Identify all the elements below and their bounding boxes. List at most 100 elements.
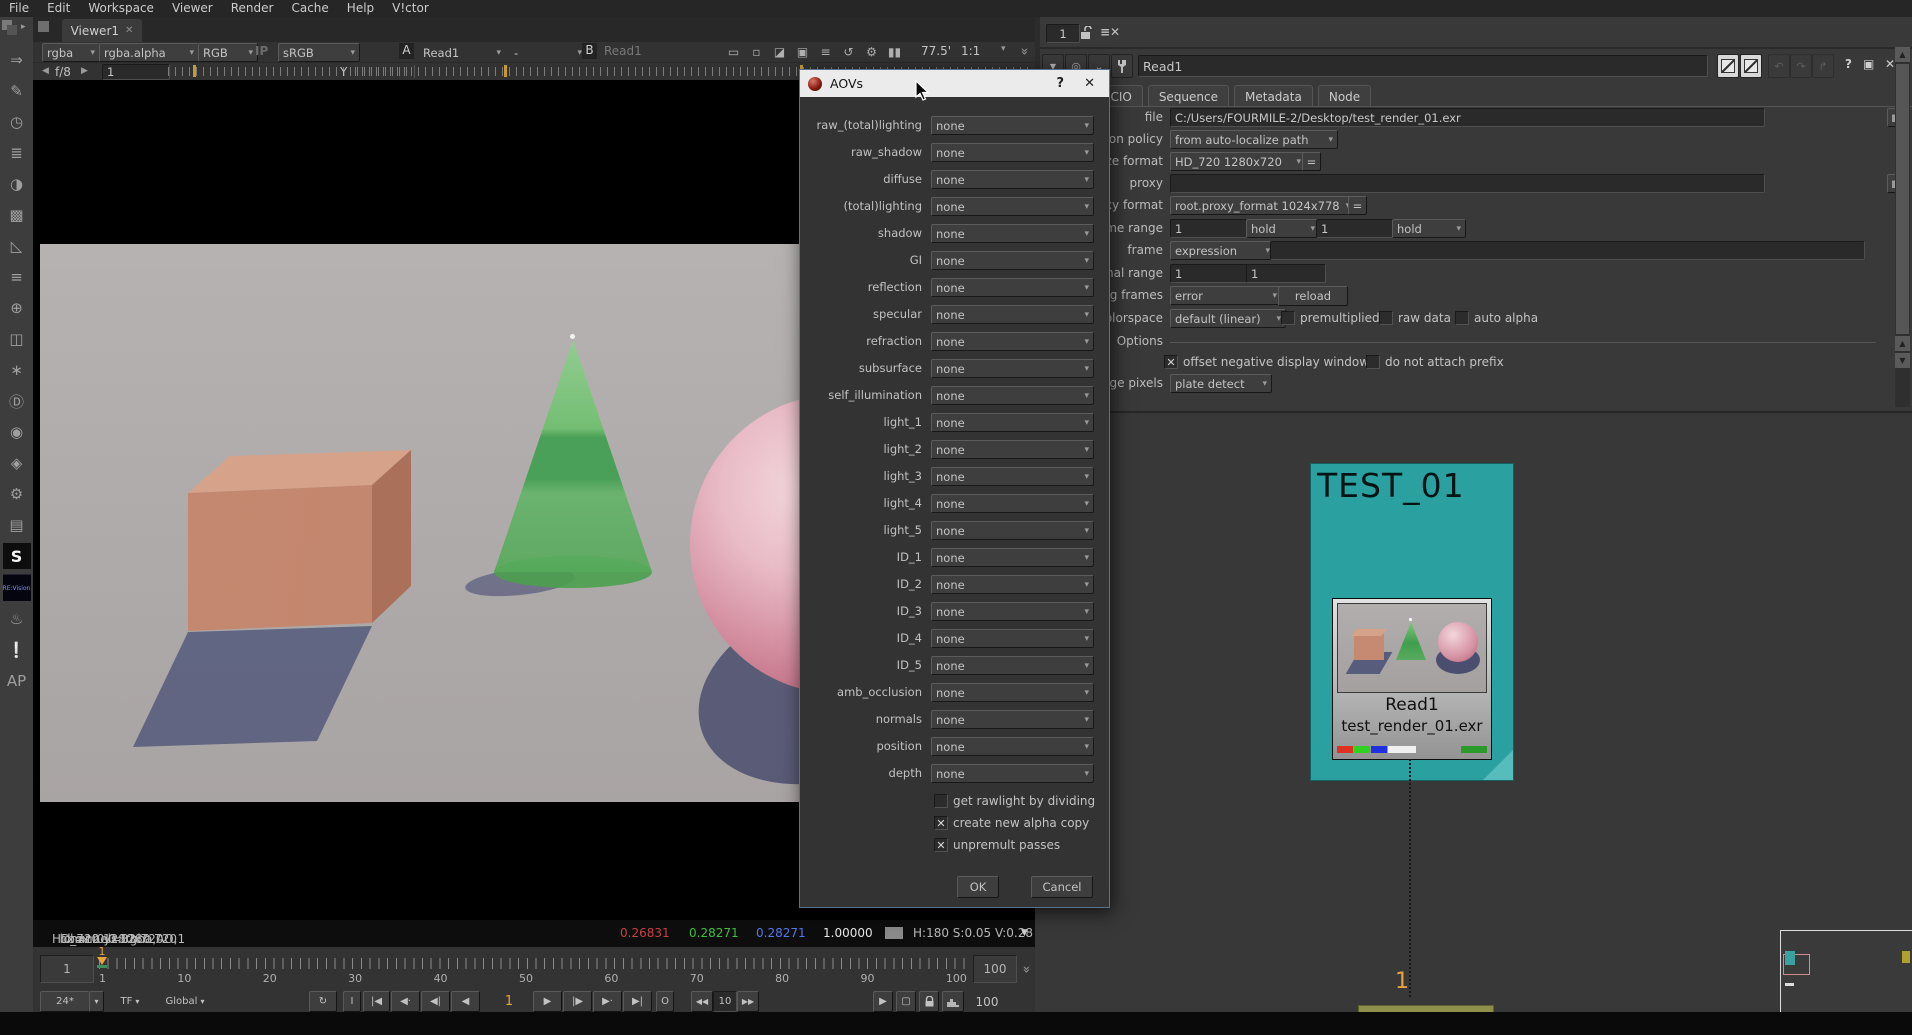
play-forward-button[interactable]: ▶ (533, 991, 562, 1012)
prev-keyframe-button[interactable]: ◀· (391, 991, 420, 1012)
proxy-format-dropdown[interactable]: root.proxy_format 1024x778▾ (1170, 196, 1352, 215)
color-icon[interactable]: ◑ (3, 171, 31, 197)
frame-range-end-field[interactable]: 1 (1316, 219, 1396, 238)
alpha-layer-dropdown[interactable]: rgba.alpha▾ (99, 43, 199, 62)
aov-dropdown[interactable]: none▾ (931, 521, 1094, 540)
aov-dropdown[interactable]: none▾ (931, 656, 1094, 675)
aov-dropdown[interactable]: none▾ (931, 116, 1094, 135)
missing-frames-dropdown[interactable]: error▾ (1170, 286, 1282, 305)
decrement-frame-button[interactable]: ◀◀ (691, 991, 713, 1012)
timeline-collapse-icon[interactable]: » (1023, 961, 1029, 976)
aov-dropdown[interactable]: none▾ (931, 548, 1094, 567)
frame-range-mode-dropdown[interactable]: Global▾ (155, 991, 215, 1012)
dialog-checkbox[interactable]: ✕ (934, 816, 948, 830)
views-icon[interactable]: ◉ (3, 419, 31, 445)
aov-dropdown[interactable]: none▾ (931, 575, 1094, 594)
aov-dropdown[interactable]: none▾ (931, 224, 1094, 243)
filter-icon[interactable]: ▩ (3, 202, 31, 228)
toolsets-wrench-icon[interactable]: ⚙ (3, 481, 31, 507)
scrollbar-thumb[interactable] (1896, 64, 1909, 334)
channel-icon[interactable]: ≣ (3, 140, 31, 166)
aov-dropdown[interactable]: none▾ (931, 494, 1094, 513)
menu-item[interactable]: File (0, 0, 38, 17)
frame-range-hold2-dropdown[interactable]: hold▾ (1392, 219, 1466, 238)
last-frame-button[interactable]: ▶| (623, 991, 652, 1012)
menu-item[interactable]: Viewer (163, 0, 222, 17)
gain-slider-handle[interactable] (193, 65, 196, 77)
viewer-connection-wire[interactable] (1409, 759, 1412, 997)
aov-dropdown[interactable]: none▾ (931, 170, 1094, 189)
zoom-level[interactable]: 77.5' (921, 44, 951, 58)
aov-dropdown[interactable]: none▾ (931, 332, 1094, 351)
out-point-button[interactable]: O (656, 991, 674, 1012)
properties-bin-count-field[interactable]: 1 (1046, 24, 1080, 43)
help-button[interactable]: ? (1845, 57, 1852, 71)
deep-icon[interactable]: Ⓓ (3, 388, 31, 414)
range-start-field[interactable]: 1 (40, 955, 94, 983)
revision-icon[interactable]: RE:Vision (3, 574, 31, 601)
fit-frame-icon[interactable]: ▭ (723, 43, 744, 60)
format-equals-button[interactable]: = (1302, 152, 1321, 171)
tab-viewer1[interactable]: Viewer1 ✕ (62, 19, 142, 42)
threed-icon[interactable]: ◫ (3, 326, 31, 352)
viewer-lut-dropdown[interactable]: sRGB▾ (278, 43, 360, 62)
layer-dropdown[interactable]: rgba▾ (42, 43, 100, 62)
forward-one-frame-button[interactable]: |▶ (563, 991, 592, 1012)
timeline-playhead[interactable]: 1 (96, 947, 108, 968)
fps-dropdown-arrow[interactable]: ▾ (89, 991, 104, 1012)
premultiplied-checkbox[interactable]: ✕ (1281, 311, 1295, 325)
aov-dropdown[interactable]: none▾ (931, 683, 1094, 702)
draw-icon[interactable]: ✎ (3, 78, 31, 104)
node-graph-minimap[interactable] (1780, 930, 1912, 1012)
properties-tab[interactable]: Node (1318, 85, 1371, 107)
float-panel-button[interactable]: ▣ (1863, 57, 1874, 71)
auto-alpha-checkbox[interactable]: ✕ (1455, 311, 1469, 325)
scroll-down-icon[interactable]: ▼ (1895, 353, 1910, 368)
first-frame-button[interactable]: |◀ (363, 991, 390, 1012)
actual-pixels-icon[interactable]: ▫ (746, 43, 767, 60)
a-input-dropdown[interactable]: Read1▾ (418, 43, 506, 62)
gain-value-field[interactable]: 1 (102, 64, 170, 80)
menu-item[interactable]: Render (222, 0, 283, 17)
composite-icon[interactable]: ▣ (792, 43, 813, 60)
close-panel-button[interactable]: ✕ (1885, 57, 1895, 71)
transform-icon[interactable]: ⊕ (3, 295, 31, 321)
offset-negative-checkbox[interactable]: ✕ (1164, 355, 1178, 369)
menu-item[interactable]: Edit (38, 0, 79, 17)
original-range-end-field[interactable]: 1 (1246, 264, 1326, 283)
fstop-next-icon[interactable]: ▶ (81, 66, 88, 76)
aov-dropdown[interactable]: none▾ (931, 305, 1094, 324)
proxy-ratio[interactable]: 1:1 (961, 44, 980, 58)
pane-content-icon[interactable] (38, 21, 49, 32)
aov-dropdown[interactable]: none▾ (931, 602, 1094, 621)
aov-dropdown[interactable]: none▾ (931, 737, 1094, 756)
node-graph-pane[interactable]: TEST_01 Read1 test_render_01.exr (1035, 411, 1912, 1012)
dialog-titlebar[interactable]: AOVs ? ✕ (800, 70, 1109, 97)
image-icon[interactable]: ⇒ (3, 47, 31, 73)
in-point-button[interactable]: I (343, 991, 361, 1012)
properties-tab[interactable]: Metadata (1234, 85, 1313, 107)
fstop-prev-icon[interactable]: ◀ (42, 66, 49, 76)
hide-input-button[interactable] (1717, 54, 1739, 78)
loop-mode-button[interactable]: ↻ (309, 991, 337, 1012)
wipe-mode-dropdown[interactable]: -▾ (509, 43, 587, 62)
dialog-checkbox[interactable]: ✕ (934, 794, 948, 808)
range-end-field[interactable]: 100 (973, 955, 1017, 983)
dialog-close-button[interactable]: ✕ (1078, 76, 1101, 91)
aov-dropdown[interactable]: none▾ (931, 359, 1094, 378)
gamma-slider-handle[interactable] (504, 65, 507, 77)
aov-dropdown[interactable]: none▾ (931, 629, 1094, 648)
revert-button[interactable]: ↱ (1812, 54, 1834, 78)
lock-range-button[interactable] (919, 991, 939, 1012)
proxy-field[interactable] (1170, 174, 1765, 193)
input-process-toggle[interactable]: IP (255, 44, 268, 58)
menu-item[interactable]: Workspace (79, 0, 163, 17)
merge-icon[interactable]: ≡ (3, 264, 31, 290)
frame-increment-field[interactable]: 10 (713, 991, 737, 1012)
ram-cache-button[interactable] (942, 991, 964, 1012)
stop-button[interactable]: ▢ (896, 991, 916, 1012)
play-backward-button[interactable]: ◀ (451, 991, 480, 1012)
time-icon[interactable]: ◷ (3, 109, 31, 135)
current-frame-field[interactable]: 1 (488, 991, 530, 1012)
backdrop-node-test01[interactable]: TEST_01 Read1 test_render_01.exr (1310, 463, 1514, 781)
